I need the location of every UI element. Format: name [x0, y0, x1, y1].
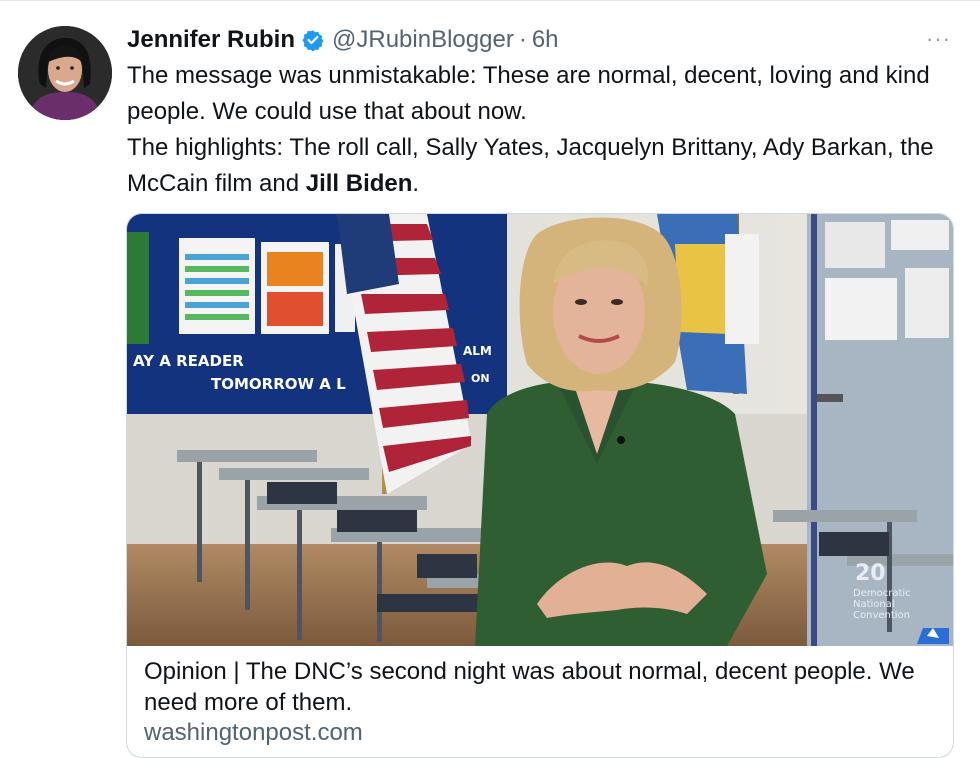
- tweet-header: Jennifer Rubin @JRubinBlogger · 6h: [127, 22, 559, 58]
- avatar[interactable]: [18, 26, 112, 120]
- top-divider: [0, 0, 980, 1]
- logo-line-3: Convention: [853, 610, 910, 621]
- board-text-1: AY A READER: [133, 352, 244, 370]
- logo-line-1: Democratic: [853, 588, 911, 599]
- logo-line-2: National: [853, 599, 895, 610]
- tweet-paragraph-2: The highlights: The roll call, Sally Yat…: [127, 130, 967, 202]
- verified-badge-icon: [302, 30, 324, 51]
- logo-year: 20: [855, 561, 886, 586]
- separator-dot: ·: [518, 26, 527, 53]
- more-dots-icon[interactable]: ···: [926, 26, 951, 52]
- author-name[interactable]: Jennifer Rubin: [127, 26, 295, 54]
- tweet-paragraph-2-text: The highlights: The roll call, Sally Yat…: [127, 134, 934, 197]
- tweet-timestamp[interactable]: 6h: [532, 26, 559, 54]
- tweet-body: The message was unmistakable: These are …: [127, 58, 967, 202]
- board-text-3: ALM: [463, 344, 492, 358]
- board-text-4: ON: [471, 372, 490, 385]
- card-domain: washingtonpost.com: [144, 719, 363, 746]
- card-title[interactable]: Opinion | The DNC’s second night was abo…: [144, 656, 944, 718]
- avatar-image: [18, 26, 112, 120]
- author-handle[interactable]: @JRubinBlogger: [332, 26, 514, 54]
- link-preview-card[interactable]: AY A READER TOMORROW A L ALM ON 20 Democ…: [126, 213, 954, 758]
- tweet-bold-name: Jill Biden: [305, 170, 413, 197]
- tweet-paragraph-1: The message was unmistakable: These are …: [127, 62, 930, 125]
- card-image[interactable]: AY A READER TOMORROW A L ALM ON 20 Democ…: [127, 214, 953, 646]
- board-text-2: TOMORROW A L: [211, 375, 346, 393]
- tweet-paragraph-2-end: .: [412, 170, 420, 197]
